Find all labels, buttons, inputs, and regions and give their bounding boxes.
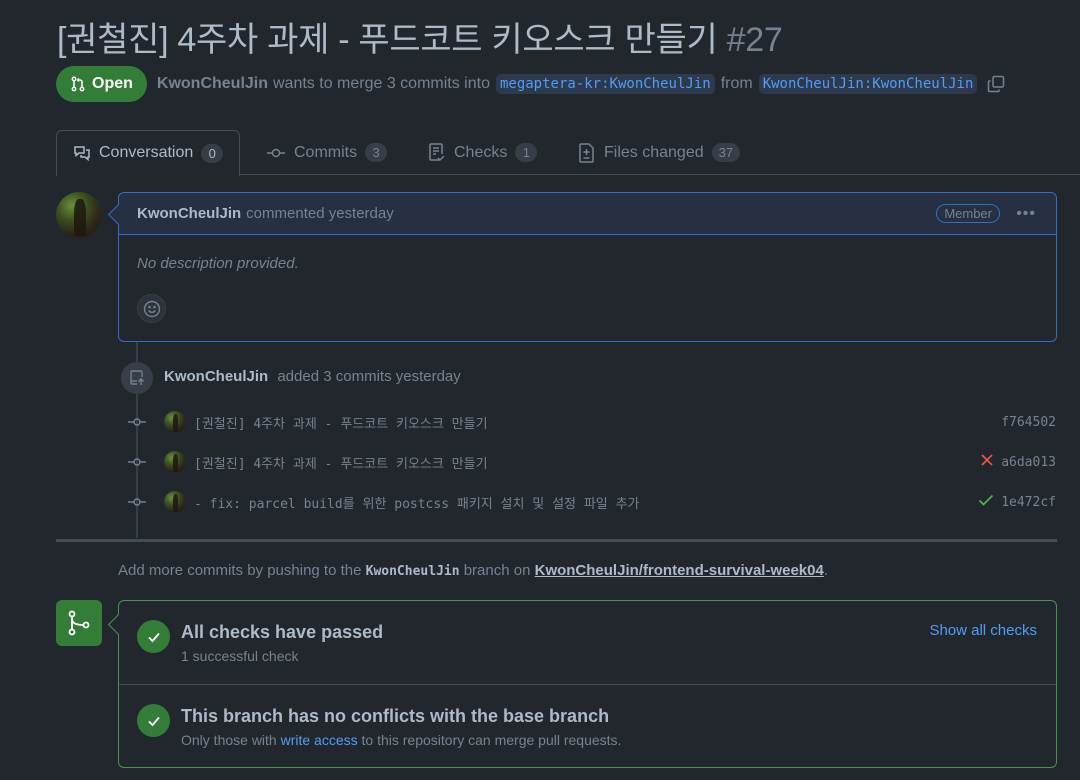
- comment-header: KwonCheulJin commented yesterday Member …: [119, 193, 1056, 235]
- tab-checks[interactable]: Checks 1: [428, 130, 538, 175]
- commit-sha[interactable]: a6da013: [1001, 455, 1056, 470]
- tab-label: Commits: [294, 143, 358, 161]
- kebab-menu-icon[interactable]: •••: [1016, 205, 1036, 223]
- commit-icon: [128, 496, 146, 508]
- repo-push-icon: [121, 362, 153, 394]
- tab-counter: 1: [515, 143, 538, 162]
- checklist-icon: [429, 142, 445, 161]
- checks-subtitle: 1 successful check: [181, 648, 299, 664]
- commit-message[interactable]: - fix: parcel build를 위한 postcss 패키지 설치 및…: [194, 493, 640, 512]
- pr-title-text: [권철진] 4주차 과제 - 푸드코트 키오스크 만들기: [57, 21, 718, 59]
- commit-row: - fix: parcel build를 위한 postcss 패키지 설치 및…: [128, 490, 1058, 514]
- member-badge: Member: [936, 204, 1000, 223]
- commit-icon: [267, 148, 285, 157]
- commit-icon: [128, 456, 146, 468]
- tab-conversation[interactable]: Conversation 0: [56, 130, 241, 176]
- checks-section: All checks have passed 1 successful chec…: [119, 601, 1056, 684]
- comment-action[interactable]: commented yesterday: [246, 205, 394, 222]
- commit-author-avatar[interactable]: [164, 451, 186, 473]
- add-reaction-button[interactable]: [137, 294, 166, 323]
- base-branch[interactable]: megaptera-kr:KwonCheulJin: [495, 74, 715, 94]
- tab-label: Conversation: [99, 144, 194, 161]
- copy-icon[interactable]: [987, 75, 1005, 93]
- event-text: added 3 commits yesterday: [277, 368, 461, 385]
- timeline-divider: [56, 539, 1057, 542]
- git-merge-icon: [56, 600, 102, 646]
- write-access-link[interactable]: write access: [281, 732, 358, 748]
- check-icon[interactable]: [978, 493, 994, 511]
- comment-discussion-icon: [74, 146, 90, 162]
- head-branch[interactable]: KwonCheulJin:KwonCheulJin: [758, 74, 978, 94]
- comment-author[interactable]: KwonCheulJin: [137, 205, 241, 222]
- tab-label: Checks: [454, 143, 508, 161]
- tab-commits[interactable]: Commits 3: [266, 130, 388, 175]
- tab-counter: 37: [711, 143, 741, 162]
- conflicts-title: This branch has no conflicts with the ba…: [181, 706, 610, 726]
- pr-meta: Open KwonCheulJin wants to merge 3 commi…: [56, 66, 1005, 102]
- commit-message[interactable]: [권철진] 4주차 과제 - 푸드코트 키오스크 만들기: [194, 453, 488, 472]
- show-all-checks-link[interactable]: Show all checks: [929, 622, 1037, 639]
- commit-author-avatar[interactable]: [164, 491, 186, 513]
- commit-sha[interactable]: 1e472cf: [1001, 495, 1056, 510]
- commit-icon: [128, 416, 146, 428]
- x-icon[interactable]: [980, 453, 994, 471]
- push-note-prefix: Add more commits by pushing to the: [118, 562, 362, 579]
- check-circle-icon: [137, 704, 170, 737]
- avatar[interactable]: [56, 192, 102, 238]
- pr-author-link[interactable]: KwonCheulJin: [157, 75, 268, 93]
- push-note-middle: branch on: [463, 562, 531, 579]
- pr-title: [권철진] 4주차 과제 - 푸드코트 키오스크 만들기 #27: [57, 12, 783, 61]
- commit-sha[interactable]: f764502: [1001, 415, 1056, 430]
- check-circle-icon: [137, 620, 170, 653]
- conflicts-subtitle: Only those with write access to this rep…: [181, 732, 621, 748]
- file-diff-icon: [579, 142, 594, 163]
- checks-title: All checks have passed: [181, 622, 384, 642]
- tab-counter: 3: [365, 143, 388, 162]
- push-note: Add more commits by pushing to the KwonC…: [118, 562, 828, 579]
- conflicts-sub-prefix: Only those with: [181, 732, 277, 748]
- repo-link[interactable]: KwonCheulJin/frontend-survival-week04: [535, 562, 824, 579]
- comment-body: No description provided.: [137, 255, 299, 272]
- state-badge: Open: [56, 66, 147, 102]
- tab-files-changed[interactable]: Files changed 37: [578, 130, 741, 175]
- state-label: Open: [92, 75, 133, 92]
- conflicts-sub-suffix: to this repository can merge pull reques…: [361, 732, 622, 748]
- commit-row: [권철진] 4주차 과제 - 푸드코트 키오스크 만들기 f764502: [128, 410, 1058, 434]
- smiley-icon: [143, 300, 160, 317]
- push-note-branch: KwonCheulJin: [365, 564, 460, 579]
- from-text: from: [720, 75, 753, 92]
- pr-number: #27: [726, 21, 783, 59]
- tab-counter: 0: [201, 143, 224, 163]
- commit-message[interactable]: [권철진] 4주차 과제 - 푸드코트 키오스크 만들기: [194, 413, 488, 432]
- merge-text: wants to merge 3 commits into: [273, 75, 490, 92]
- pr-tabs: Conversation 0 Commits 3 Checks 1 Files …: [56, 130, 1080, 176]
- commits-event: KwonCheulJin added 3 commits yesterday: [164, 368, 461, 385]
- commit-row: [권철진] 4주차 과제 - 푸드코트 키오스크 만들기 a6da013: [128, 450, 1058, 474]
- git-pull-request-icon: [71, 76, 85, 92]
- event-author[interactable]: KwonCheulJin: [164, 368, 268, 385]
- commit-author-avatar[interactable]: [164, 411, 186, 433]
- tab-label: Files changed: [604, 143, 704, 161]
- merge-status-box: All checks have passed 1 successful chec…: [118, 600, 1057, 768]
- push-note-suffix: .: [823, 562, 829, 579]
- conflicts-section: This branch has no conflicts with the ba…: [119, 684, 1056, 767]
- pr-description-comment: KwonCheulJin commented yesterday Member …: [118, 192, 1057, 342]
